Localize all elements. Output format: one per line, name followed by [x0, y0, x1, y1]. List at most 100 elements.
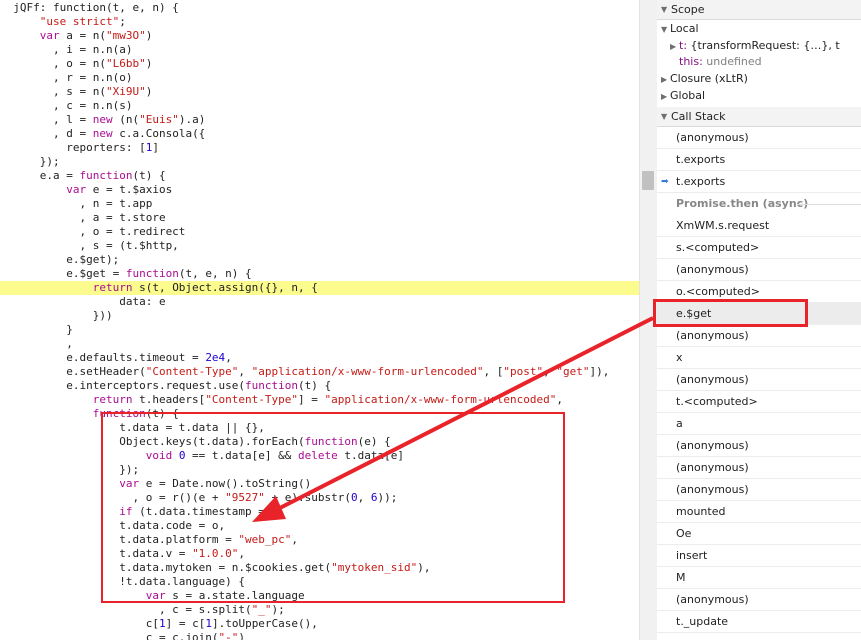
code-line[interactable]: , s = (t.$http,	[0, 239, 639, 253]
code-line[interactable]: e.$get = function(t, e, n) {	[0, 267, 639, 281]
call-frame[interactable]: x	[657, 347, 861, 369]
code-token: "application/x-www-form-urlencoded"	[324, 393, 557, 406]
code-line[interactable]: e.defaults.timeout = 2e4,	[0, 351, 639, 365]
scope-closure-row[interactable]: ▶ Closure (xLtR)	[657, 70, 861, 87]
code-line[interactable]: });	[0, 155, 639, 169]
code-line[interactable]: , a = t.store	[0, 211, 639, 225]
call-frame[interactable]: (anonymous)	[657, 479, 861, 501]
scope-section-header[interactable]: ▼ Scope	[657, 0, 861, 20]
scope-local-row[interactable]: ▼ Local	[657, 20, 861, 37]
code-line[interactable]: c = c.join("-")	[0, 631, 639, 640]
scope-var-this-key: this:	[679, 55, 703, 68]
code-line[interactable]: }	[0, 323, 639, 337]
code-line[interactable]: t.data.v = "1.0.0",	[0, 547, 639, 561]
code-line[interactable]: var e = Date.now().toString()	[0, 477, 639, 491]
code-token: e = Date.now().toString()	[139, 477, 312, 490]
code-token: "web_pc"	[238, 533, 292, 546]
call-frame-selected[interactable]: e.$get	[657, 303, 861, 325]
code-line[interactable]: Object.keys(t.data).forEach(function(e) …	[0, 435, 639, 449]
call-frame[interactable]: t._update	[657, 611, 861, 633]
code-line[interactable]: t.data.mytoken = n.$cookies.get("mytoken…	[0, 561, 639, 575]
code-line[interactable]: e.$get);	[0, 253, 639, 267]
code-line[interactable]: });	[0, 463, 639, 477]
code-line[interactable]: !t.data.language) {	[0, 575, 639, 589]
code-line[interactable]: , o = r()(e + "9527" + e).substr(0, 6));	[0, 491, 639, 505]
pane-splitter[interactable]	[639, 0, 657, 640]
triangle-down-icon: ▼	[661, 25, 668, 34]
scope-var-t[interactable]: ▶ t: {transformRequest: {…}, t	[657, 37, 861, 54]
scrollbar-thumb[interactable]	[642, 171, 654, 190]
code-line[interactable]: , c = n.n(s)	[0, 99, 639, 113]
code-line[interactable]: e.a = function(t) {	[0, 169, 639, 183]
call-frame[interactable]: (anonymous)	[657, 369, 861, 391]
call-frame[interactable]: Oe	[657, 523, 861, 545]
code-line[interactable]: return t.headers["Content-Type"] = "appl…	[0, 393, 639, 407]
triangle-down-icon: ▼	[661, 112, 668, 121]
code-line[interactable]: function(t) {	[0, 407, 639, 421]
code-line[interactable]: , o = t.redirect	[0, 225, 639, 239]
call-frame[interactable]: t.exports	[657, 149, 861, 171]
call-stack-async-separator: Promise.then (async)	[657, 193, 861, 215]
code-line[interactable]: jQFf: function(t, e, n) {	[0, 1, 639, 15]
call-frame-label: t.exports	[676, 175, 726, 188]
call-frame[interactable]: (anonymous)	[657, 589, 861, 611]
code-token: (t.data.timestamp = e,	[132, 505, 285, 518]
code-line[interactable]: , r = n.n(o)	[0, 71, 639, 85]
code-line[interactable]: e.interceptors.request.use(function(t) {	[0, 379, 639, 393]
code-token: , o = r()(e +	[0, 491, 226, 504]
code-line[interactable]: t.data.platform = "web_pc",	[0, 533, 639, 547]
call-frame[interactable]: t.<computed>	[657, 391, 861, 413]
scope-var-t-key: t:	[679, 39, 688, 52]
code-token: ).a)	[178, 113, 206, 126]
call-frame[interactable]: (anonymous)	[657, 325, 861, 347]
code-line[interactable]: , i = n.n(a)	[0, 43, 639, 57]
scope-title: Scope	[671, 3, 705, 16]
code-line[interactable]: c[1] = c[1].toUpperCase(),	[0, 617, 639, 631]
source-code-pane[interactable]: jQFf: function(t, e, n) { "use strict"; …	[0, 0, 639, 640]
code-line[interactable]: var e = t.$axios	[0, 183, 639, 197]
triangle-right-icon[interactable]: ▶	[670, 38, 679, 54]
call-frame[interactable]: a	[657, 413, 861, 435]
call-frame[interactable]: o.<computed>	[657, 281, 861, 303]
call-frame[interactable]: ➡ t.exports	[657, 171, 861, 193]
scope-var-this[interactable]: this: undefined	[657, 53, 861, 70]
code-token: delete	[298, 449, 338, 462]
code-line[interactable]: var a = n("mw3O")	[0, 29, 639, 43]
code-line[interactable]: data: e	[0, 295, 639, 309]
code-line[interactable]: , s = n("Xi9U")	[0, 85, 639, 99]
code-line[interactable]: , d = new c.a.Consola({	[0, 127, 639, 141]
call-frame[interactable]: mounted	[657, 501, 861, 523]
code-line[interactable]: , o = n("L6bb")	[0, 57, 639, 71]
code-line[interactable]: t.data.code = o,	[0, 519, 639, 533]
call-frame[interactable]: (anonymous)	[657, 457, 861, 479]
call-frame[interactable]: (anonymous)	[657, 259, 861, 281]
code-line[interactable]: , c = s.split("_");	[0, 603, 639, 617]
code-line[interactable]: ,	[0, 337, 639, 351]
code-line[interactable]: , l = new (n("Euis").a)	[0, 113, 639, 127]
code-token: t.data[e]	[337, 449, 405, 462]
call-frame[interactable]: (anonymous)	[657, 127, 861, 149]
code-line[interactable]: , n = t.app	[0, 197, 639, 211]
code-line[interactable]: "use strict";	[0, 15, 639, 29]
call-frame[interactable]: M	[657, 567, 861, 589]
triangle-right-icon[interactable]: ▶	[661, 88, 670, 104]
call-frame-label: (anonymous)	[676, 329, 749, 342]
triangle-right-icon[interactable]: ▶	[661, 71, 670, 87]
code-line[interactable]: void 0 == t.data[e] && delete t.data[e]	[0, 449, 639, 463]
call-stack-section-header[interactable]: ▼ Call Stack	[657, 107, 861, 127]
code-line[interactable]: var s = a.state.language	[0, 589, 639, 603]
call-frame[interactable]: insert	[657, 545, 861, 567]
code-line[interactable]: }))	[0, 309, 639, 323]
code-line[interactable]: t.data = t.data || {},	[0, 421, 639, 435]
code-token: + e).substr(	[264, 491, 352, 504]
call-frame[interactable]: s.<computed>	[657, 237, 861, 259]
code-token: t.data = t.data || {},	[0, 421, 265, 434]
code-line[interactable]: if (t.data.timestamp = e,	[0, 505, 639, 519]
call-frame[interactable]: (anonymous)	[657, 435, 861, 457]
call-frame[interactable]: XmWM.s.request	[657, 215, 861, 237]
code-line[interactable]: e.setHeader("Content-Type", "application…	[0, 365, 639, 379]
code-line-paused[interactable]: return s(t, Object.assign({}, n, {	[0, 281, 639, 295]
code-line[interactable]: reporters: [1]	[0, 141, 639, 155]
scope-global-row[interactable]: ▶ Global	[657, 87, 861, 104]
